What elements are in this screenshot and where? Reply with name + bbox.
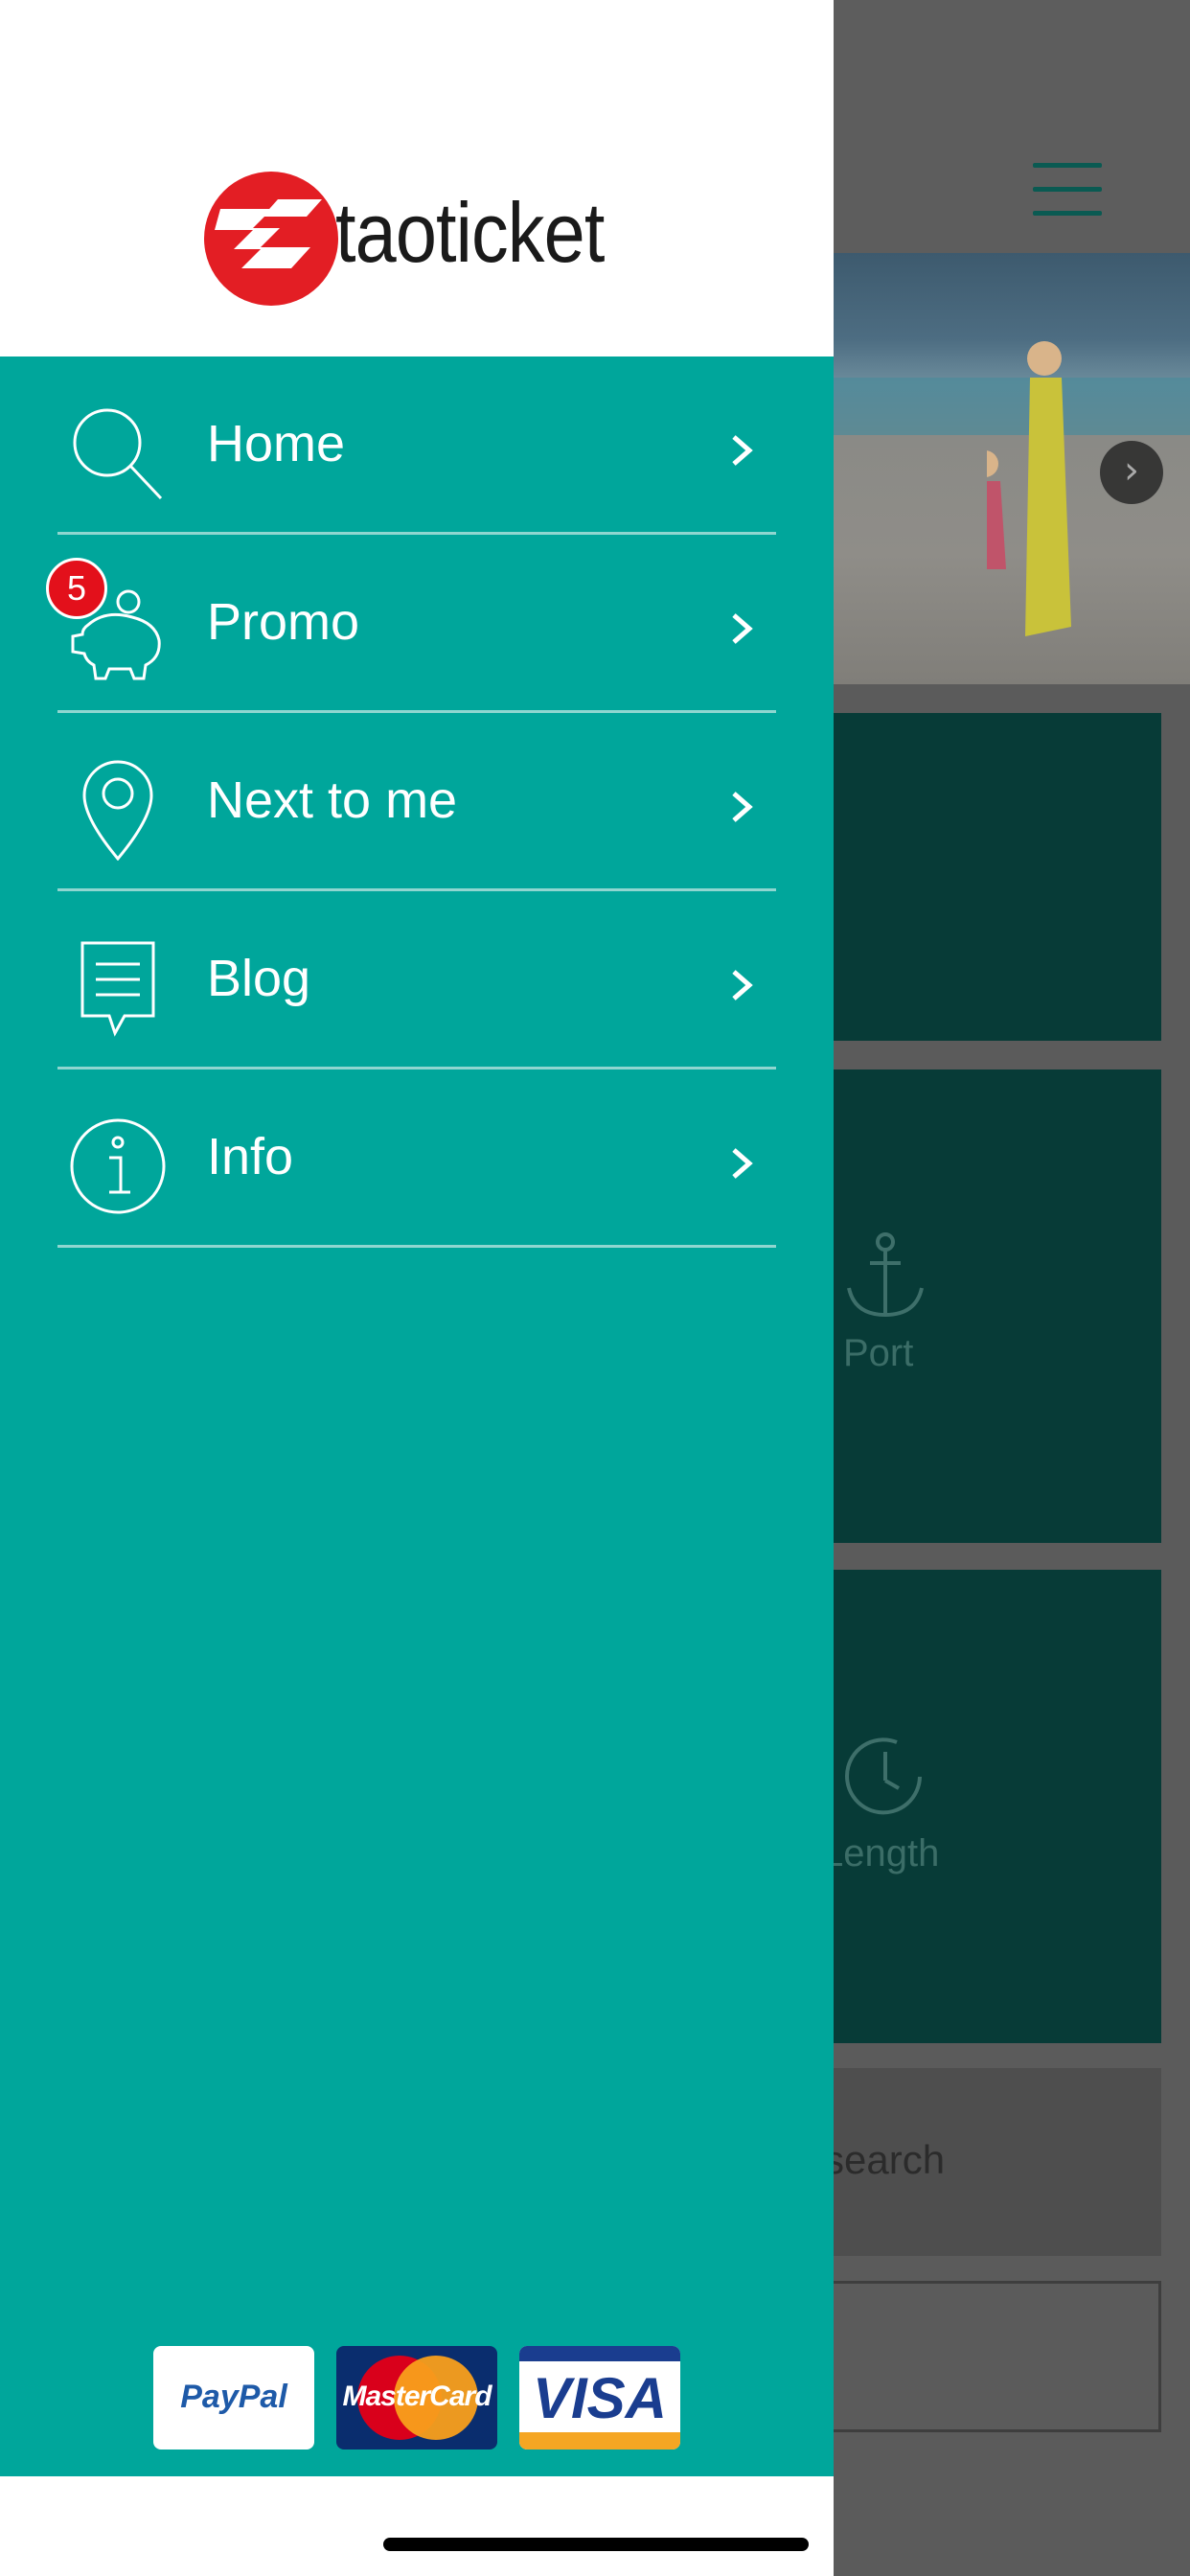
- paypal-logo: PayPal: [153, 2346, 314, 2450]
- menu-item-label: Home: [207, 415, 346, 472]
- paypal-label: PayPal: [180, 2379, 287, 2415]
- menu-item-blog[interactable]: Blog: [0, 891, 834, 1070]
- search-icon: [73, 408, 163, 500]
- mastercard-logo: MasterCard: [336, 2346, 497, 2450]
- chevron-right-icon: [732, 970, 753, 1000]
- visa-label: VISA: [532, 2366, 668, 2430]
- menu-item-label: Info: [207, 1128, 294, 1185]
- chevron-right-icon: [732, 1148, 753, 1179]
- navigation-drawer: taoticket Home Promo Next to me Blog Inf…: [0, 0, 834, 2576]
- chevron-right-icon: [732, 613, 753, 644]
- speech-bubble-icon: [80, 941, 155, 1037]
- chevron-right-icon: [732, 435, 753, 466]
- brand-name: taoticket: [335, 185, 605, 280]
- drawer-header: taoticket: [0, 0, 834, 356]
- background-field[interactable]: [824, 2281, 1161, 2432]
- map-pin-icon: [82, 760, 153, 861]
- search-button-label: search: [824, 2137, 946, 2182]
- carousel-next-icon[interactable]: ›: [1100, 441, 1163, 504]
- length-label: Length: [822, 1832, 940, 1874]
- payment-methods: PayPal MasterCard VISA: [153, 2346, 680, 2450]
- logo-mark-icon: [204, 172, 338, 306]
- menu-item-home[interactable]: Home: [0, 356, 834, 535]
- mastercard-label: MasterCard: [342, 2380, 492, 2412]
- menu-item-label: Blog: [207, 950, 311, 1007]
- drawer-menu: Home Promo Next to me Blog Info: [0, 356, 834, 1248]
- menu-item-next-to-me[interactable]: Next to me: [0, 713, 834, 891]
- divider: [57, 1245, 776, 1248]
- menu-item-promo[interactable]: Promo: [0, 535, 834, 713]
- info-icon: [70, 1118, 166, 1214]
- home-indicator[interactable]: [383, 2538, 809, 2551]
- hero-image: ›: [834, 253, 1190, 684]
- menu-item-info[interactable]: Info: [0, 1070, 834, 1248]
- menu-item-label: Promo: [207, 593, 360, 651]
- background-tile[interactable]: [834, 713, 1161, 1041]
- anchor-icon: [847, 1232, 924, 1318]
- beach-people-image: [987, 341, 1071, 636]
- drawer-footer: [0, 2476, 834, 2576]
- menu-item-label: Next to me: [207, 771, 458, 829]
- port-label: Port: [843, 1332, 914, 1374]
- clock-icon: [845, 1737, 922, 1815]
- hamburger-menu-icon[interactable]: [1033, 163, 1102, 217]
- visa-logo: VISA: [519, 2346, 680, 2450]
- chevron-right-icon: [732, 792, 753, 822]
- promo-badge: 5: [46, 558, 107, 619]
- taoticket-logo: taoticket: [203, 171, 634, 312]
